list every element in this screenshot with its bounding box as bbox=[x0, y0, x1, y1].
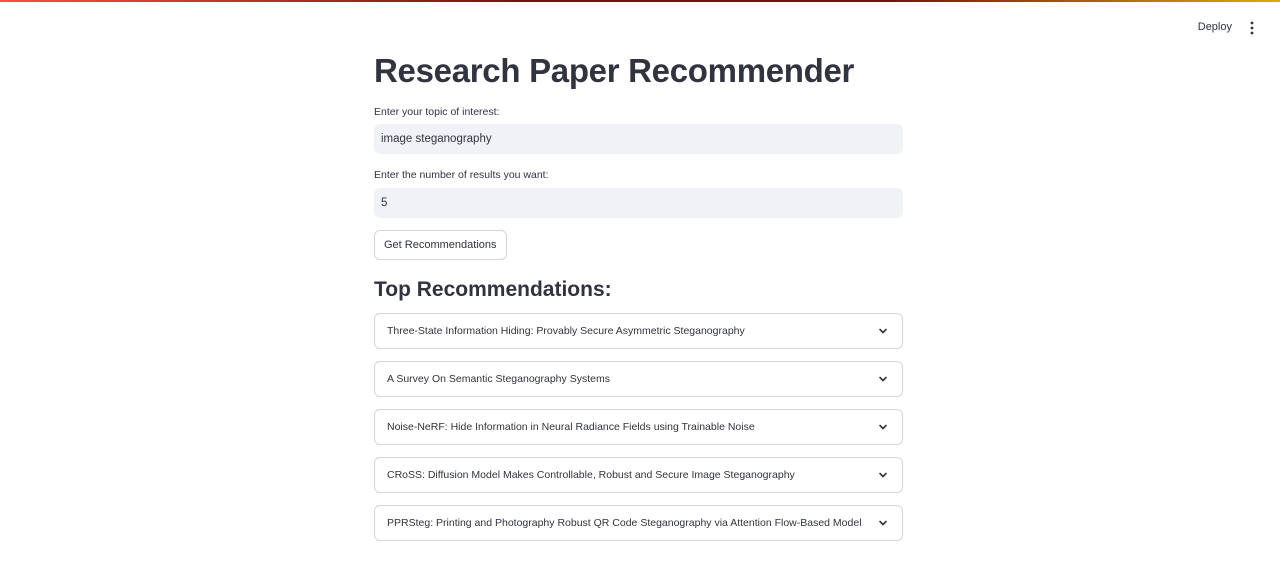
recommendation-title: Noise-NeRF: Hide Information in Neural R… bbox=[387, 421, 755, 433]
topic-label: Enter your topic of interest: bbox=[374, 106, 500, 118]
chevron-down-icon bbox=[879, 520, 887, 526]
recommendation-expander[interactable]: Noise-NeRF: Hide Information in Neural R… bbox=[374, 409, 903, 445]
get-recommendations-button[interactable]: Get Recommendations bbox=[374, 230, 507, 260]
vertical-dots-icon[interactable] bbox=[1246, 20, 1258, 36]
result-count-label: Enter the number of results you want: bbox=[374, 169, 549, 181]
result-count-input[interactable]: 5 bbox=[374, 188, 903, 218]
recommendation-expander[interactable]: PPRSteg: Printing and Photography Robust… bbox=[374, 505, 903, 541]
recommendation-expander[interactable]: CRoSS: Diffusion Model Makes Controllabl… bbox=[374, 457, 903, 493]
recommendation-title: Three-State Information Hiding: Provably… bbox=[387, 325, 745, 337]
app-header: Deploy bbox=[0, 2, 1280, 52]
recommendation-title: PPRSteg: Printing and Photography Robust… bbox=[387, 517, 862, 529]
main-content: Research Paper Recommender Enter your to… bbox=[374, 50, 903, 553]
recommendation-title: A Survey On Semantic Steganography Syste… bbox=[387, 373, 610, 385]
recommendation-title: CRoSS: Diffusion Model Makes Controllabl… bbox=[387, 469, 795, 481]
topic-input[interactable]: image steganography bbox=[374, 124, 903, 154]
results-heading: Top Recommendations: bbox=[374, 278, 612, 301]
recommendation-expander[interactable]: Three-State Information Hiding: Provably… bbox=[374, 313, 903, 349]
chevron-down-icon bbox=[879, 328, 887, 334]
chevron-down-icon bbox=[879, 472, 887, 478]
page-title: Research Paper Recommender bbox=[374, 52, 855, 89]
deploy-button[interactable]: Deploy bbox=[1198, 18, 1232, 36]
recommendation-expander[interactable]: A Survey On Semantic Steganography Syste… bbox=[374, 361, 903, 397]
chevron-down-icon bbox=[879, 424, 887, 430]
recommendations-list: Three-State Information Hiding: Provably… bbox=[374, 313, 903, 541]
chevron-down-icon bbox=[879, 376, 887, 382]
